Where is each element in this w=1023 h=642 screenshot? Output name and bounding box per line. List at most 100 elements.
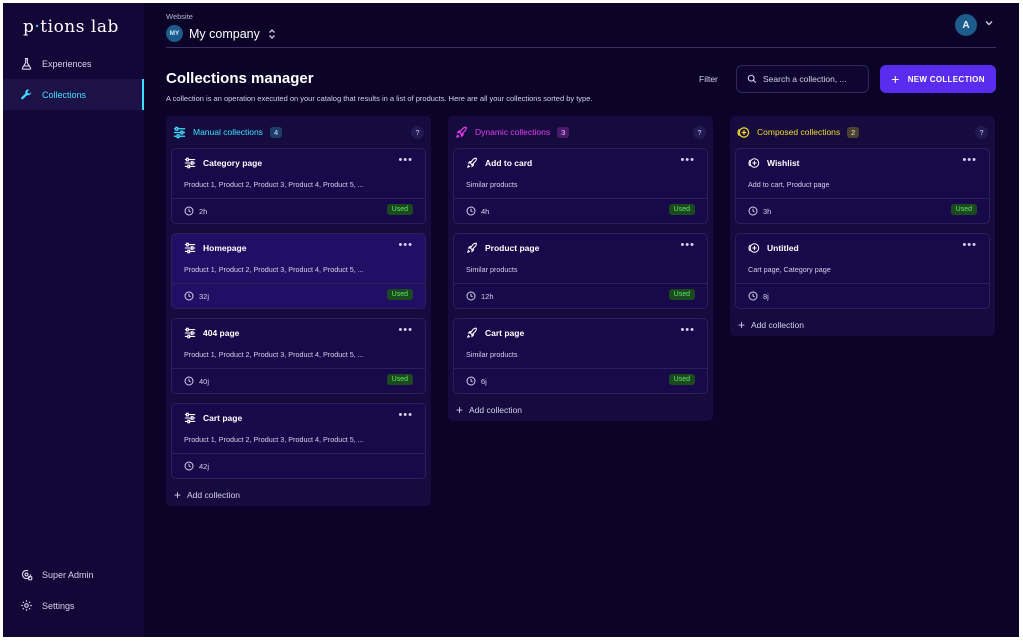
help-icon[interactable]: ? <box>411 126 424 139</box>
collection-card[interactable]: Cart page ••• Similar products 6j Used <box>453 318 708 394</box>
clock-icon <box>184 291 194 301</box>
card-time: 3h <box>763 206 772 216</box>
column-manual-collections: Manual collections 4 ? Category page •••… <box>166 116 431 506</box>
collection-card[interactable]: Wishlist ••• Add to cart, Product page 3… <box>735 148 990 224</box>
card-title: Untitled <box>767 243 799 253</box>
rocket-icon <box>467 242 477 253</box>
card-time: 32j <box>199 291 210 301</box>
more-options-icon[interactable]: ••• <box>398 324 413 336</box>
admin-icon <box>21 569 33 581</box>
rocket-icon <box>467 327 477 338</box>
plus-icon: + <box>891 71 900 87</box>
card-title: Cart page <box>485 328 525 338</box>
status-badge: Used <box>950 204 977 215</box>
collection-card[interactable]: Product page ••• Similar products 12h Us… <box>453 233 708 309</box>
search-input[interactable] <box>763 74 863 84</box>
card-time: 42j <box>199 461 210 471</box>
column-dynamic-collections: Dynamic collections 3 ? Add to card ••• … <box>448 116 713 421</box>
new-collection-button[interactable]: + NEW COLLECTION <box>880 65 996 93</box>
sidebar-item-experiences[interactable]: Experiences <box>3 48 144 79</box>
page-description: A collection is an operation executed on… <box>166 94 593 103</box>
card-time: 12h <box>481 291 494 301</box>
card-time: 6j <box>481 376 487 386</box>
card-time: 8j <box>763 291 769 301</box>
card-divider <box>454 198 707 199</box>
app-window: p·tions lab Experiences Collections Supe… <box>3 3 1019 637</box>
collection-card[interactable]: Category page ••• Product 1, Product 2, … <box>171 148 426 224</box>
more-options-icon[interactable]: ••• <box>398 409 413 421</box>
column-title: Composed collections <box>757 127 841 137</box>
sidebar-item-collections[interactable]: Collections <box>3 79 144 110</box>
new-collection-label: NEW COLLECTION <box>907 74 985 84</box>
status-badge: Used <box>668 289 695 300</box>
card-divider <box>172 453 425 454</box>
collection-card[interactable]: Cart page ••• Product 1, Product 2, Prod… <box>171 403 426 479</box>
card-divider <box>454 283 707 284</box>
clock-icon <box>466 376 476 386</box>
status-badge: Used <box>668 204 695 215</box>
workspace-selector[interactable]: MY My company <box>166 25 276 42</box>
user-avatar[interactable]: A <box>955 14 977 36</box>
add-collection-label: Add collection <box>187 490 240 500</box>
collection-card[interactable]: 404 page ••• Product 1, Product 2, Produ… <box>171 318 426 394</box>
card-title: Category page <box>203 158 263 168</box>
status-badge: Used <box>668 374 695 385</box>
status-badge: Used <box>386 289 413 300</box>
sidebar: p·tions lab Experiences Collections Supe… <box>3 3 144 637</box>
flask-icon <box>21 58 32 70</box>
card-time: 4h <box>481 206 490 216</box>
column-count-badge: 4 <box>269 126 283 138</box>
sidebar-item-label: Settings <box>42 600 75 611</box>
add-collection-button[interactable]: + Add collection <box>730 314 995 336</box>
rocket-icon <box>456 126 467 138</box>
collection-card[interactable]: Untitled ••• Cart page, Category page 8j <box>735 233 990 309</box>
collection-card[interactable]: Homepage ••• Product 1, Product 2, Produ… <box>171 233 426 309</box>
more-options-icon[interactable]: ••• <box>962 154 977 166</box>
sidebar-item-super-admin[interactable]: Super Admin <box>3 559 144 590</box>
card-time: 40j <box>199 376 210 386</box>
clock-icon <box>184 376 194 386</box>
more-options-icon[interactable]: ••• <box>680 239 695 251</box>
card-subtitle: Product 1, Product 2, Product 3, Product… <box>184 350 364 359</box>
sliders-icon <box>184 412 196 424</box>
sliders-icon <box>184 242 196 254</box>
sliders-icon <box>184 327 196 339</box>
filter-button[interactable]: Filter <box>699 74 718 84</box>
card-title: Homepage <box>203 243 247 253</box>
card-divider <box>454 368 707 369</box>
more-options-icon[interactable]: ••• <box>398 239 413 251</box>
sidebar-item-label: Experiences <box>42 58 92 69</box>
workspace-name: My company <box>189 26 260 41</box>
card-divider <box>736 283 989 284</box>
composed-icon <box>748 243 760 253</box>
help-icon[interactable]: ? <box>975 126 988 139</box>
card-subtitle: Similar products <box>466 350 518 359</box>
clock-icon <box>184 461 194 471</box>
more-options-icon[interactable]: ••• <box>680 324 695 336</box>
help-icon[interactable]: ? <box>693 126 706 139</box>
composed-icon <box>748 158 760 168</box>
clock-icon <box>466 291 476 301</box>
card-divider <box>172 283 425 284</box>
collection-card[interactable]: Add to card ••• Similar products 4h Used <box>453 148 708 224</box>
header-divider <box>166 47 996 48</box>
clock-icon <box>748 291 758 301</box>
more-options-icon[interactable]: ••• <box>962 239 977 251</box>
clock-icon <box>466 206 476 216</box>
add-collection-button[interactable]: + Add collection <box>448 399 713 421</box>
sidebar-item-settings[interactable]: Settings <box>3 590 144 621</box>
add-collection-button[interactable]: + Add collection <box>166 484 431 506</box>
gear-icon <box>21 600 32 611</box>
more-options-icon[interactable]: ••• <box>680 154 695 166</box>
page-title: Collections manager <box>166 70 314 87</box>
sliders-icon <box>173 126 186 138</box>
sidebar-item-label: Super Admin <box>42 569 94 580</box>
column-title: Dynamic collections <box>475 127 551 137</box>
app-logo[interactable]: p·tions lab <box>23 17 119 37</box>
more-options-icon[interactable]: ••• <box>398 154 413 166</box>
chevron-down-icon[interactable] <box>984 18 994 28</box>
main-content: Website MY My company A Collections mana… <box>144 3 1019 637</box>
card-title: Wishlist <box>767 158 800 168</box>
sidebar-item-label: Collections <box>42 89 87 100</box>
search-box[interactable] <box>736 65 869 93</box>
